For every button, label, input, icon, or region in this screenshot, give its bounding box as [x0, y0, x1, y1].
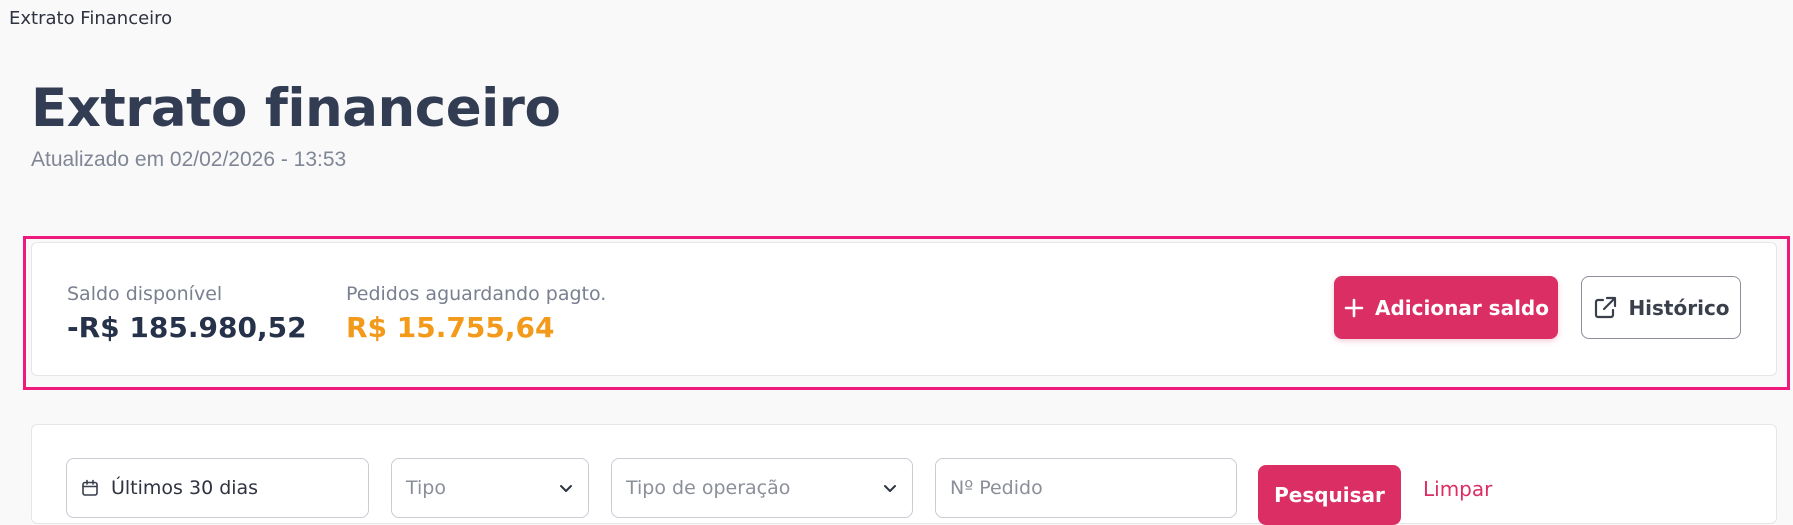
operation-type-select[interactable]: Tipo de operação [611, 458, 913, 518]
period-select[interactable]: Últimos 30 dias [66, 458, 369, 518]
operation-type-placeholder: Tipo de operação [626, 477, 791, 499]
type-placeholder: Tipo [406, 477, 446, 499]
order-number-input[interactable]: Nº Pedido [935, 458, 1237, 518]
window-title: Extrato Financeiro [9, 8, 173, 29]
clear-link[interactable]: Limpar [1423, 477, 1492, 501]
chevron-down-icon [882, 480, 898, 496]
calendar-icon [81, 479, 99, 497]
period-value: Últimos 30 dias [111, 477, 259, 499]
page-title: Extrato financeiro [31, 78, 561, 139]
type-select[interactable]: Tipo [391, 458, 589, 518]
last-updated-text: Atualizado em 02/02/2026 - 13:53 [31, 148, 347, 171]
chevron-down-icon [558, 480, 574, 496]
search-button[interactable]: Pesquisar [1258, 465, 1401, 525]
order-number-placeholder: Nº Pedido [950, 477, 1043, 499]
highlight-frame [23, 236, 1790, 390]
